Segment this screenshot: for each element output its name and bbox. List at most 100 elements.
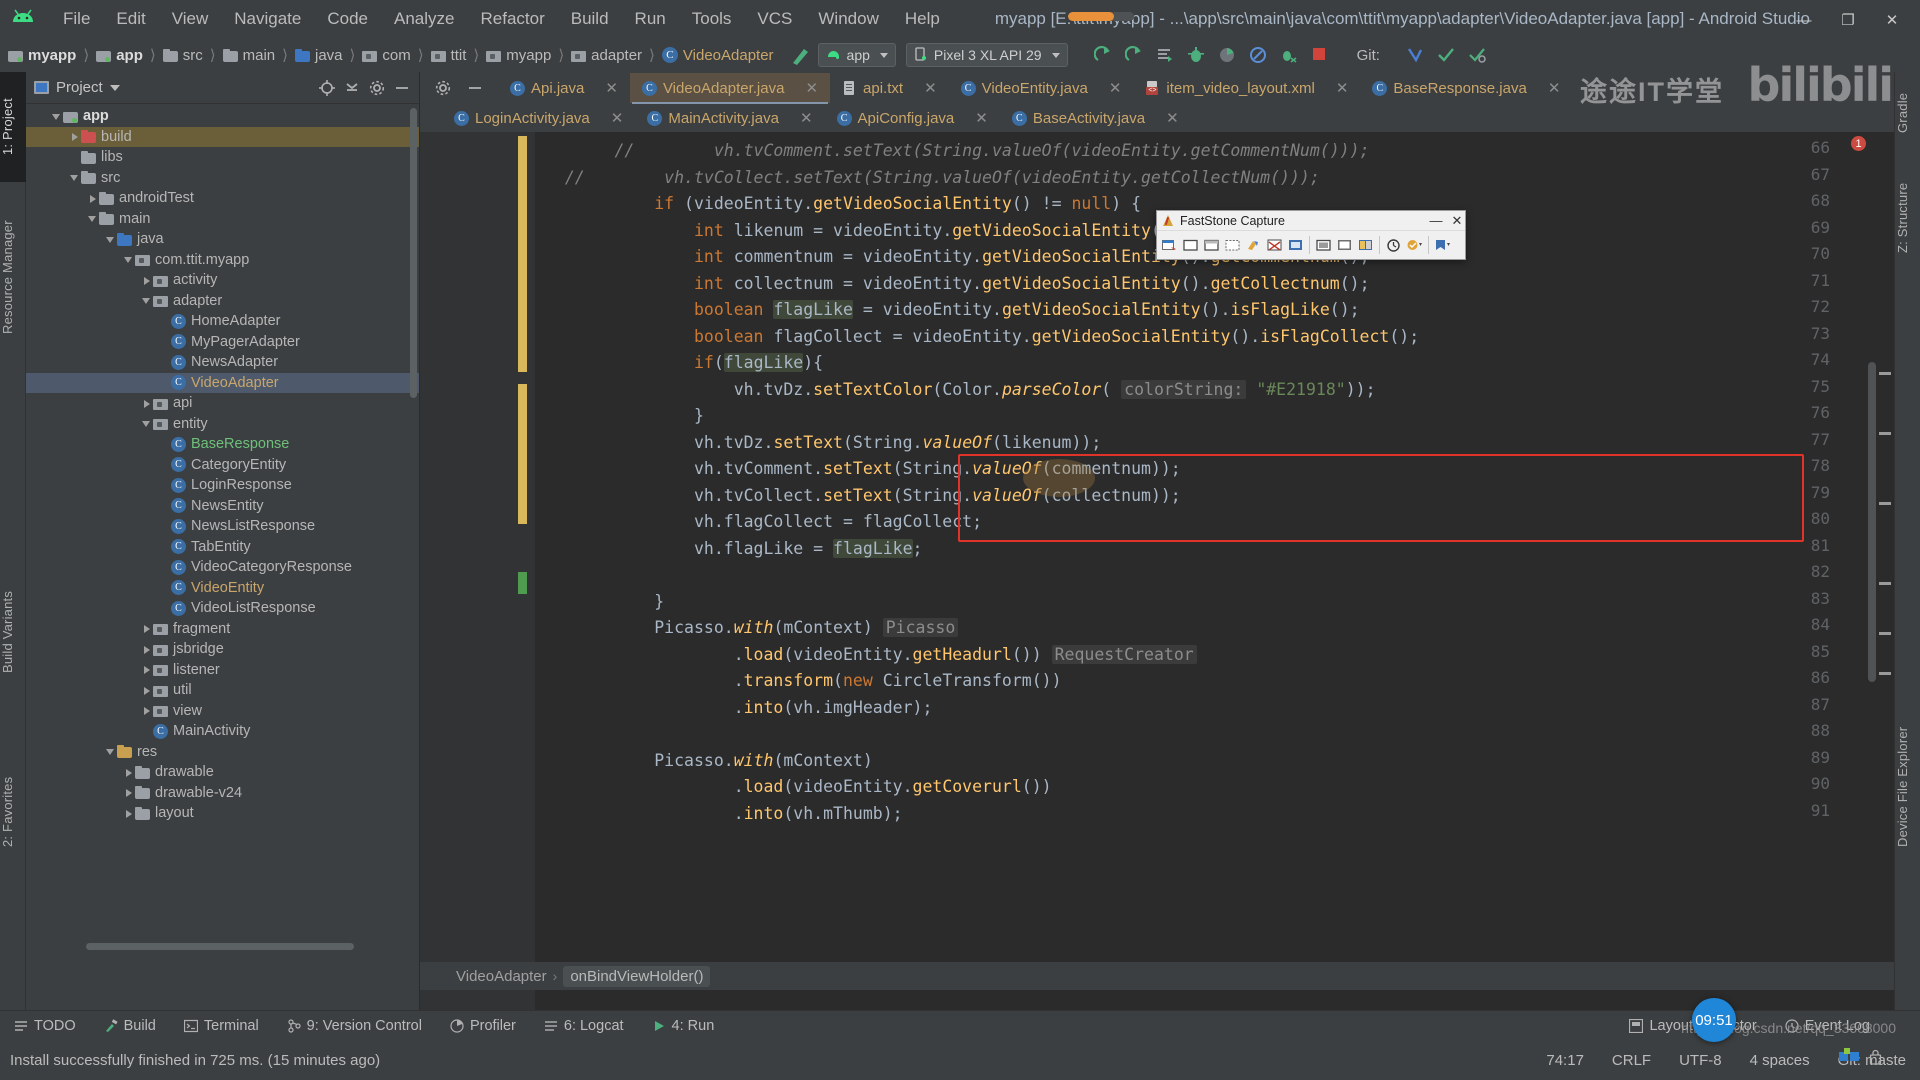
tree-node-mypageradapter[interactable]: MyPagerAdapter (26, 332, 419, 353)
chevron-down-icon[interactable] (109, 84, 120, 91)
close-tab-icon[interactable]: ✕ (975, 109, 988, 127)
chevron-down-icon[interactable] (50, 110, 63, 123)
tree-node-util[interactable]: util (26, 680, 419, 701)
editor-marker-stripe[interactable] (1879, 132, 1891, 1010)
tree-node-videoentity[interactable]: VideoEntity (26, 578, 419, 599)
chevron-down-icon[interactable] (140, 294, 153, 307)
breadcrumb-adapter[interactable]: adapter (571, 47, 642, 64)
editor-tab-baseactivity-java[interactable]: BaseActivity.java ✕ (1000, 103, 1191, 133)
close-tab-icon[interactable]: ✕ (611, 109, 624, 127)
capture-freehand-icon[interactable] (1223, 234, 1242, 256)
tree-node-videocategoryresponse[interactable]: VideoCategoryResponse (26, 557, 419, 578)
chevron-right-icon[interactable] (140, 684, 153, 697)
menu-tools[interactable]: Tools (679, 6, 745, 32)
chevron-right-icon[interactable] (122, 786, 135, 799)
screen-magnifier-icon[interactable] (1356, 234, 1375, 256)
breadcrumb-videoadapter[interactable]: C VideoAdapter (661, 47, 774, 64)
apply-changes-button[interactable] (1124, 46, 1143, 64)
menu-navigate[interactable]: Navigate (221, 6, 314, 32)
capture-active-window-icon[interactable] (1160, 234, 1179, 256)
bottom-item-version-control[interactable]: 9: Version Control (273, 1018, 436, 1034)
breadcrumb-main[interactable]: main (222, 47, 275, 64)
tree-node-loginresponse[interactable]: LoginResponse (26, 475, 419, 496)
close-tab-icon[interactable]: ✕ (1336, 79, 1349, 97)
sidebar-item-project[interactable]: 1: Project (0, 72, 26, 182)
collapse-all-icon[interactable] (343, 79, 361, 97)
tree-node-layout[interactable]: layout (26, 803, 419, 824)
code-line[interactable]: vh.tvDz.setTextColor(Color.parseColor( c… (535, 377, 1376, 404)
code-line[interactable]: vh.flagCollect = flagCollect; (535, 509, 982, 536)
menu-window[interactable]: Window (805, 6, 891, 32)
code-line[interactable]: Picasso.with(mContext) (535, 748, 873, 775)
tree-node-build[interactable]: build (26, 126, 419, 147)
chevron-down-icon[interactable] (68, 171, 81, 184)
code-line[interactable]: Picasso.with(mContext) Picasso (535, 615, 959, 642)
run-configuration-selector[interactable]: app (817, 43, 896, 67)
editor-code-text[interactable]: // vh.tvComment.setText(String.valueOf(v… (535, 132, 1894, 1010)
capture-fixed-region-icon[interactable] (1286, 234, 1305, 256)
tree-node-tabentity[interactable]: TabEntity (26, 537, 419, 558)
tree-node-fragment[interactable]: fragment (26, 619, 419, 640)
breadcrumb-class-name[interactable]: VideoAdapter (456, 968, 547, 985)
code-line[interactable]: int collectnum = videoEntity.getVideoSoc… (535, 271, 1370, 298)
settings-gear-icon[interactable] (368, 79, 386, 97)
sidebar-item-favorites[interactable]: 2: Favorites (0, 752, 26, 872)
capture-fullscreen-icon[interactable] (1244, 234, 1263, 256)
tree-node-main[interactable]: main (26, 209, 419, 230)
tree-node-jsbridge[interactable]: jsbridge (26, 639, 419, 660)
code-line[interactable]: .load(videoEntity.getHeadurl()) RequestC… (535, 642, 1197, 669)
debug-button[interactable] (1187, 46, 1205, 64)
project-horizontal-scrollbar[interactable] (86, 943, 354, 950)
tree-node-api[interactable]: api (26, 393, 419, 414)
menu-view[interactable]: View (159, 6, 222, 32)
capture-scrolling-window-icon[interactable] (1265, 234, 1284, 256)
code-line[interactable]: .transform(new CircleTransform()) (535, 668, 1062, 695)
repeat-last-capture-icon[interactable] (1335, 234, 1354, 256)
tree-node-newsentity[interactable]: NewsEntity (26, 496, 419, 517)
close-tab-icon[interactable]: ✕ (1548, 79, 1561, 97)
tree-node-homeadapter[interactable]: HomeAdapter (26, 311, 419, 332)
profile-button[interactable] (1218, 46, 1236, 64)
tree-node-newslistresponse[interactable]: NewsListResponse (26, 516, 419, 537)
bottom-item-build[interactable]: Build (90, 1018, 170, 1034)
project-tree[interactable]: app build libs src androidTest main java com.tt… (26, 104, 419, 824)
close-tab-icon[interactable]: ✕ (1109, 79, 1122, 97)
screen-color-picker-icon[interactable] (1405, 234, 1424, 256)
close-tab-icon[interactable]: ✕ (800, 109, 813, 127)
tree-node-mainactivity[interactable]: MainActivity (26, 721, 419, 742)
tree-node-videolistresponse[interactable]: VideoListResponse (26, 598, 419, 619)
chevron-down-icon[interactable] (122, 253, 135, 266)
settings-gear-icon[interactable] (434, 79, 452, 97)
sidebar-item-build-variants[interactable]: Build Variants (0, 562, 26, 702)
faststone-minimize-button[interactable]: — (1428, 213, 1444, 229)
tree-node-categoryentity[interactable]: CategoryEntity (26, 455, 419, 476)
breadcrumb-app[interactable]: app (96, 47, 143, 64)
menu-run[interactable]: Run (622, 6, 679, 32)
chevron-right-icon[interactable] (140, 274, 153, 287)
bottom-item-terminal[interactable]: Terminal (170, 1018, 273, 1034)
attach-debugger-icon[interactable] (1156, 46, 1174, 64)
editor-tab-videoadapter-java[interactable]: VideoAdapter.java ✕ (629, 73, 831, 105)
breadcrumb-myapp-pkg[interactable]: myapp (486, 47, 551, 64)
code-line[interactable]: if (videoEntity.getVideoSocialEntity() !… (535, 191, 1141, 218)
line-separator[interactable]: CRLF (1598, 1052, 1665, 1069)
screen-recorder-icon[interactable] (1314, 234, 1333, 256)
close-tab-icon[interactable]: ✕ (805, 79, 818, 97)
tree-node-adapter[interactable]: adapter (26, 291, 419, 312)
device-selector[interactable]: Pixel 3 XL API 29 (905, 43, 1068, 67)
editor-tab-api-txt[interactable]: api.txt ✕ (830, 73, 949, 103)
tree-node-java[interactable]: java (26, 229, 419, 250)
project-vertical-scrollbar[interactable] (410, 108, 417, 398)
tree-node-entity[interactable]: entity (26, 414, 419, 435)
tree-node-videoadapter[interactable]: VideoAdapter (26, 372, 419, 393)
tree-node-activity[interactable]: activity (26, 270, 419, 291)
chevron-down-icon[interactable] (104, 745, 117, 758)
code-line[interactable]: vh.flagLike = flagLike; (535, 536, 922, 563)
caret-position[interactable]: 74:17 (1532, 1052, 1598, 1069)
scroll-from-source-icon[interactable] (318, 79, 336, 97)
breadcrumb-method-name[interactable]: onBindViewHolder() (563, 965, 711, 987)
faststone-capture-window[interactable]: FastStone Capture — ✕ (1156, 210, 1466, 260)
stop-button[interactable] (1311, 46, 1329, 64)
tree-node-res[interactable]: res (26, 742, 419, 763)
code-editor[interactable]: 66 67 68 69 70 71 72 73 74 75 76 77 78 79 80 81 82 83 84 85… (420, 132, 1894, 1010)
